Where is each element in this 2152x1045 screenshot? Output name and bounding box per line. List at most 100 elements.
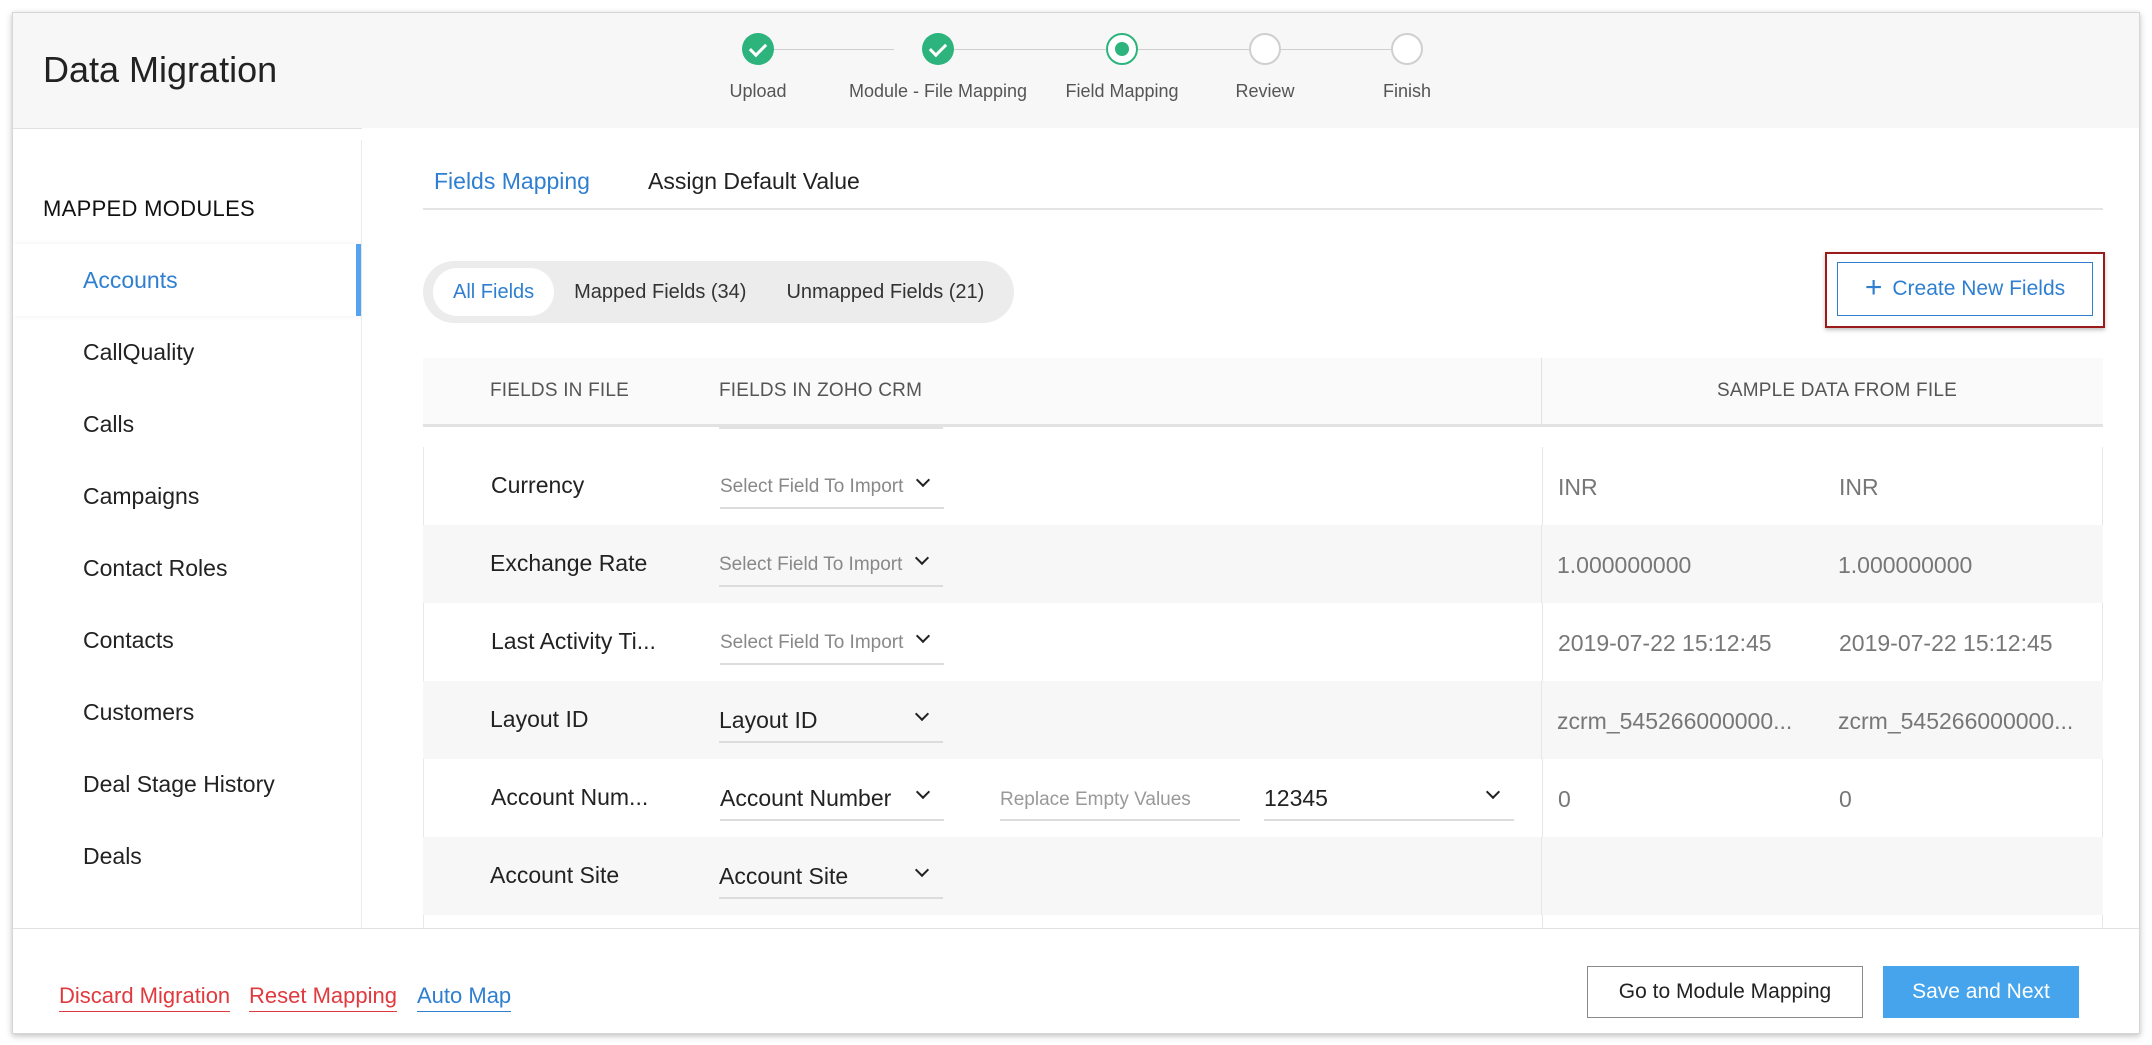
crm-field-select[interactable]: Account Number	[720, 775, 944, 821]
filter-all-fields[interactable]: All Fields	[433, 268, 555, 316]
footer-bar: Discard Migration Reset Mapping Auto Map…	[13, 928, 2139, 1033]
sample-value-1: INR	[1558, 474, 1598, 500]
auto-map-link[interactable]: Auto Map	[417, 983, 512, 1012]
crm-field-value: Layout ID	[719, 707, 818, 733]
crm-field-select[interactable]: Layout ID	[719, 697, 943, 743]
step-module-mapping-check-icon	[922, 33, 954, 65]
discard-migration-link[interactable]: Discard Migration	[59, 983, 231, 1012]
table-row: Account Num... Account Number Replace Em…	[423, 759, 2103, 837]
step-connector	[1281, 49, 1391, 50]
create-new-fields-label: Create New Fields	[1892, 277, 2066, 300]
step-label-finish: Finish	[1382, 81, 1432, 101]
header-divider	[1541, 358, 1542, 424]
sidebar-item-campaigns[interactable]: Campaigns	[13, 460, 361, 532]
mapped-modules-sidebar: MAPPED MODULES Accounts CallQuality Call…	[13, 140, 362, 940]
file-field-name: Last Activity Ti...	[491, 628, 656, 654]
file-field-name: Currency	[491, 472, 585, 498]
column-divider	[1542, 447, 1543, 525]
replace-value: 12345	[1264, 785, 1328, 811]
file-field-name: Layout ID	[490, 706, 589, 732]
mapping-tabs: Fields Mapping Assign Default Value	[423, 156, 2103, 210]
crm-field-value: Account Number	[720, 785, 892, 811]
replace-empty-values-input[interactable]: Replace Empty Values	[1000, 775, 1240, 821]
sample-value-1: 1.000000000	[1557, 552, 1692, 578]
chevron-down-icon	[914, 706, 930, 722]
field-select-stub	[719, 427, 943, 429]
header-fields-in-file: FIELDS IN FILE	[490, 380, 630, 401]
module-list: Accounts CallQuality Calls Campaigns Con…	[13, 244, 361, 892]
filter-mapped-fields[interactable]: Mapped Fields (34)	[554, 268, 766, 316]
sample-value-1: 2019-07-22 15:12:45	[1558, 630, 1772, 656]
column-divider	[1541, 681, 1542, 759]
sidebar-item-calls[interactable]: Calls	[13, 388, 361, 460]
field-mapping-table: FIELDS IN FILE FIELDS IN ZOHO CRM SAMPLE…	[423, 358, 2103, 945]
crm-field-select[interactable]: Select Field To Import	[720, 619, 944, 665]
crm-field-placeholder: Select Field To Import	[720, 632, 904, 653]
header: Data Migration Upload Module - File Mapp…	[13, 13, 2139, 129]
reset-mapping-link[interactable]: Reset Mapping	[249, 983, 397, 1012]
replace-value-select[interactable]: 12345	[1264, 775, 1514, 821]
go-to-module-mapping-button[interactable]: Go to Module Mapping	[1587, 966, 1863, 1018]
chevron-down-icon	[914, 862, 930, 878]
step-label-review: Review	[1235, 81, 1295, 101]
sidebar-item-contact-roles[interactable]: Contact Roles	[13, 532, 361, 604]
sidebar-item-callquality[interactable]: CallQuality	[13, 316, 361, 388]
file-field-name: Account Num...	[491, 784, 649, 810]
sample-value-2: INR	[1839, 474, 1879, 500]
sidebar-item-contacts[interactable]: Contacts	[13, 604, 361, 676]
crm-field-select[interactable]: Account Site	[719, 853, 943, 899]
sample-value-2: 2019-07-22 15:12:45	[1839, 630, 2053, 656]
column-divider	[1541, 525, 1542, 603]
table-row: Exchange Rate Select Field To Import 1.0…	[423, 525, 2103, 603]
step-upload-check-icon	[742, 33, 774, 65]
sidebar-title: MAPPED MODULES	[43, 196, 256, 221]
create-new-fields-highlight: + Create New Fields	[1825, 252, 2105, 328]
chevron-down-icon	[1485, 784, 1501, 800]
sidebar-item-accounts[interactable]: Accounts	[13, 244, 361, 316]
table-row: Layout ID Layout ID zcrm_545266000000...…	[423, 681, 2103, 759]
create-new-fields-button[interactable]: + Create New Fields	[1837, 262, 2093, 316]
table-header: FIELDS IN FILE FIELDS IN ZOHO CRM SAMPLE…	[423, 358, 2103, 427]
crm-field-select[interactable]: Select Field To Import	[720, 463, 944, 509]
field-mapping-panel: Fields Mapping Assign Default Value All …	[362, 128, 2139, 945]
table-row: Account Site Account Site	[423, 837, 2103, 915]
header-fields-in-crm: FIELDS IN ZOHO CRM	[719, 380, 923, 401]
column-divider	[1541, 837, 1542, 915]
sample-value-1: zcrm_545266000000...	[1557, 708, 1793, 734]
sample-value-2: 0	[1839, 786, 1852, 812]
crm-field-value: Account Site	[719, 863, 849, 889]
step-label-upload: Upload	[729, 81, 787, 101]
migration-window: Data Migration Upload Module - File Mapp…	[12, 12, 2140, 1034]
step-connector	[1138, 49, 1249, 50]
step-label-module-mapping: Module - File Mapping	[848, 81, 1028, 101]
crm-field-placeholder: Select Field To Import	[719, 554, 903, 575]
sidebar-item-deal-stage-history[interactable]: Deal Stage History	[13, 748, 361, 820]
table-body: Currency Select Field To Import INR INR …	[423, 427, 2103, 945]
file-field-name: Exchange Rate	[490, 550, 648, 576]
file-field-name: Account Site	[490, 862, 620, 888]
step-connector	[774, 49, 894, 50]
table-row-partial	[423, 427, 2103, 447]
step-finish-pending-icon	[1391, 33, 1423, 65]
column-divider	[1542, 603, 1543, 681]
table-row: Currency Select Field To Import INR INR	[423, 447, 2103, 525]
sidebar-item-deals[interactable]: Deals	[13, 820, 361, 892]
chevron-down-icon	[915, 472, 931, 488]
step-label-field-mapping: Field Mapping	[1065, 81, 1179, 101]
crm-field-select[interactable]: Select Field To Import	[719, 541, 943, 587]
sample-value-2: 1.000000000	[1838, 552, 1973, 578]
step-field-mapping-current-icon	[1106, 33, 1138, 65]
crm-field-placeholder: Select Field To Import	[720, 476, 904, 497]
chevron-down-icon	[914, 550, 930, 566]
header-sample-data: SAMPLE DATA FROM FILE	[1717, 380, 1957, 401]
tab-fields-mapping[interactable]: Fields Mapping	[434, 168, 590, 195]
step-review-pending-icon	[1249, 33, 1281, 65]
plus-icon: +	[1864, 270, 1883, 304]
sidebar-item-customers[interactable]: Customers	[13, 676, 361, 748]
filter-unmapped-fields[interactable]: Unmapped Fields (21)	[766, 268, 1004, 316]
save-and-next-button[interactable]: Save and Next	[1883, 966, 2079, 1018]
tab-assign-default-value[interactable]: Assign Default Value	[648, 168, 860, 195]
field-filter-toggle: All Fields Mapped Fields (34) Unmapped F…	[423, 261, 1015, 323]
chevron-down-icon	[915, 784, 931, 800]
column-divider	[1542, 759, 1543, 837]
